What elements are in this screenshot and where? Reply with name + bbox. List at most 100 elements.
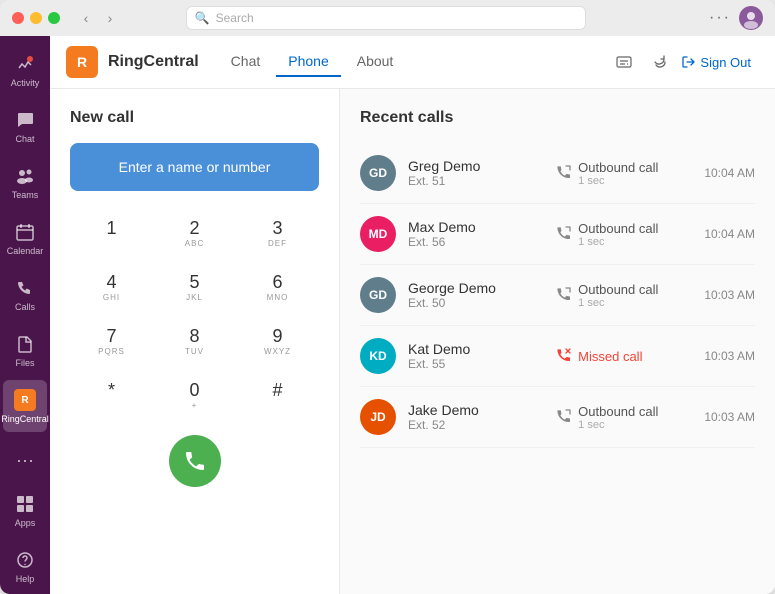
avatar[interactable] <box>739 6 763 30</box>
call-item[interactable]: GD George Demo Ext. 50 <box>360 265 755 326</box>
call-list: GD Greg Demo Ext. 51 <box>360 143 755 448</box>
dial-key-0[interactable]: 0 + <box>153 369 236 423</box>
dial-sub-2: ABC <box>185 239 204 249</box>
sign-out-button[interactable]: Sign Out <box>674 51 759 74</box>
sidebar-item-teams[interactable]: Teams <box>3 156 47 208</box>
dial-num-8: 8 <box>189 327 199 345</box>
keyboard-button[interactable] <box>610 48 638 76</box>
call-button[interactable] <box>169 435 221 487</box>
dial-key-5[interactable]: 5 JKL <box>153 261 236 315</box>
sidebar-item-calls[interactable]: Calls <box>3 268 47 320</box>
sidebar-item-calendar-label: Calendar <box>7 246 44 256</box>
dial-key-6[interactable]: 6 MNO <box>236 261 319 315</box>
calendar-icon <box>13 220 37 244</box>
call-item[interactable]: JD Jake Demo Ext. 52 <box>360 387 755 448</box>
call-time: 10:03 AM <box>704 288 755 302</box>
call-item[interactable]: MD Max Demo Ext. 56 <box>360 204 755 265</box>
apps-icon <box>13 492 37 516</box>
more-button[interactable]: ··· <box>709 9 731 27</box>
call-ext: Ext. 56 <box>408 235 544 249</box>
forward-button[interactable]: › <box>100 8 120 28</box>
sidebar-item-ringcentral[interactable]: R RingCentral <box>3 380 47 432</box>
app-body: Activity Chat <box>0 36 775 594</box>
dial-sub-5: JKL <box>186 293 203 303</box>
close-button[interactable] <box>12 12 24 24</box>
call-item[interactable]: GD Greg Demo Ext. 51 <box>360 143 755 204</box>
call-type-text: Outbound call <box>578 221 658 236</box>
search-placeholder: Search <box>216 11 254 25</box>
refresh-button[interactable] <box>646 48 674 76</box>
recent-calls-panel: Recent calls GD Greg Demo Ext. 51 <box>340 89 775 594</box>
avatar-initials: MD <box>369 227 388 241</box>
sign-out-label: Sign Out <box>700 55 751 70</box>
dial-key-3[interactable]: 3 DEF <box>236 207 319 261</box>
call-name: George Demo <box>408 280 544 296</box>
new-call-panel: New call Enter a name or number 1 2 ABC <box>50 89 340 594</box>
teams-sidebar: Activity Chat <box>0 36 50 594</box>
avatar-initials: KD <box>369 349 386 363</box>
sidebar-item-apps[interactable]: Apps <box>3 484 47 536</box>
nav-item-chat[interactable]: Chat <box>219 47 273 77</box>
teams-icon <box>13 164 37 188</box>
sidebar-item-files-label: Files <box>15 358 34 368</box>
help-icon <box>13 548 37 572</box>
sidebar-item-more[interactable]: ··· <box>3 440 47 480</box>
back-button[interactable]: ‹ <box>76 8 96 28</box>
call-type-text: Outbound call <box>578 404 658 419</box>
dial-key-hash[interactable]: # <box>236 369 319 423</box>
call-type-section: Outbound call 1 sec <box>556 404 692 431</box>
call-item[interactable]: KD Kat Demo Ext. 55 <box>360 326 755 387</box>
call-duration: 1 sec <box>578 175 658 187</box>
sidebar-item-apps-label: Apps <box>15 518 36 528</box>
avatar: KD <box>360 338 396 374</box>
activity-icon <box>13 52 37 76</box>
dial-num-4: 4 <box>106 273 116 291</box>
sidebar-item-help[interactable]: Help <box>3 540 47 592</box>
rc-actions <box>610 48 674 76</box>
dialpad-grid: 1 2 ABC 3 DEF 4 GHI <box>70 207 319 423</box>
outbound-call-icon <box>556 225 572 244</box>
dial-sub-7: PQRS <box>98 347 125 357</box>
sidebar-item-ringcentral-label: RingCentral <box>1 414 49 424</box>
maximize-button[interactable] <box>48 12 60 24</box>
dial-num-0: 0 <box>189 381 199 399</box>
rc-brand: RingCentral <box>108 53 199 71</box>
sidebar-item-calendar[interactable]: Calendar <box>3 212 47 264</box>
call-type-section: Outbound call 1 sec <box>556 282 692 309</box>
search-bar[interactable]: 🔍 Search <box>186 6 586 30</box>
dial-key-1[interactable]: 1 <box>70 207 153 261</box>
rc-logo: R <box>66 46 98 78</box>
dial-num-2: 2 <box>189 219 199 237</box>
outbound-call-icon <box>556 286 572 305</box>
call-ext: Ext. 55 <box>408 357 544 371</box>
more-dots-icon: ··· <box>13 448 37 472</box>
call-info: Greg Demo Ext. 51 <box>408 158 544 188</box>
dial-sub-9: WXYZ <box>264 347 291 357</box>
call-info: Max Demo Ext. 56 <box>408 219 544 249</box>
nav-item-phone[interactable]: Phone <box>276 47 340 77</box>
call-ext: Ext. 50 <box>408 296 544 310</box>
app-window: ‹ › 🔍 Search ··· Activ <box>0 0 775 594</box>
sidebar-item-chat[interactable]: Chat <box>3 100 47 152</box>
dialpad-input[interactable]: Enter a name or number <box>70 143 319 191</box>
sidebar-item-help-label: Help <box>16 574 35 584</box>
dial-key-8[interactable]: 8 TUV <box>153 315 236 369</box>
dial-key-2[interactable]: 2 ABC <box>153 207 236 261</box>
sidebar-item-files[interactable]: Files <box>3 324 47 376</box>
dial-key-star[interactable]: * <box>70 369 153 423</box>
sidebar-item-activity[interactable]: Activity <box>3 44 47 96</box>
call-info: Kat Demo Ext. 55 <box>408 341 544 371</box>
minimize-button[interactable] <box>30 12 42 24</box>
call-type-section: Outbound call 1 sec <box>556 221 692 248</box>
titlebar: ‹ › 🔍 Search ··· <box>0 0 775 36</box>
nav-item-about[interactable]: About <box>345 47 406 77</box>
dial-sub-6: MNO <box>267 293 289 303</box>
dial-sub-0: + <box>192 401 198 411</box>
call-time: 10:03 AM <box>704 349 755 363</box>
call-type-text: Missed call <box>578 349 642 364</box>
avatar: GD <box>360 155 396 191</box>
dial-key-9[interactable]: 9 WXYZ <box>236 315 319 369</box>
dial-key-4[interactable]: 4 GHI <box>70 261 153 315</box>
dial-key-7[interactable]: 7 PQRS <box>70 315 153 369</box>
dial-num-6: 6 <box>272 273 282 291</box>
